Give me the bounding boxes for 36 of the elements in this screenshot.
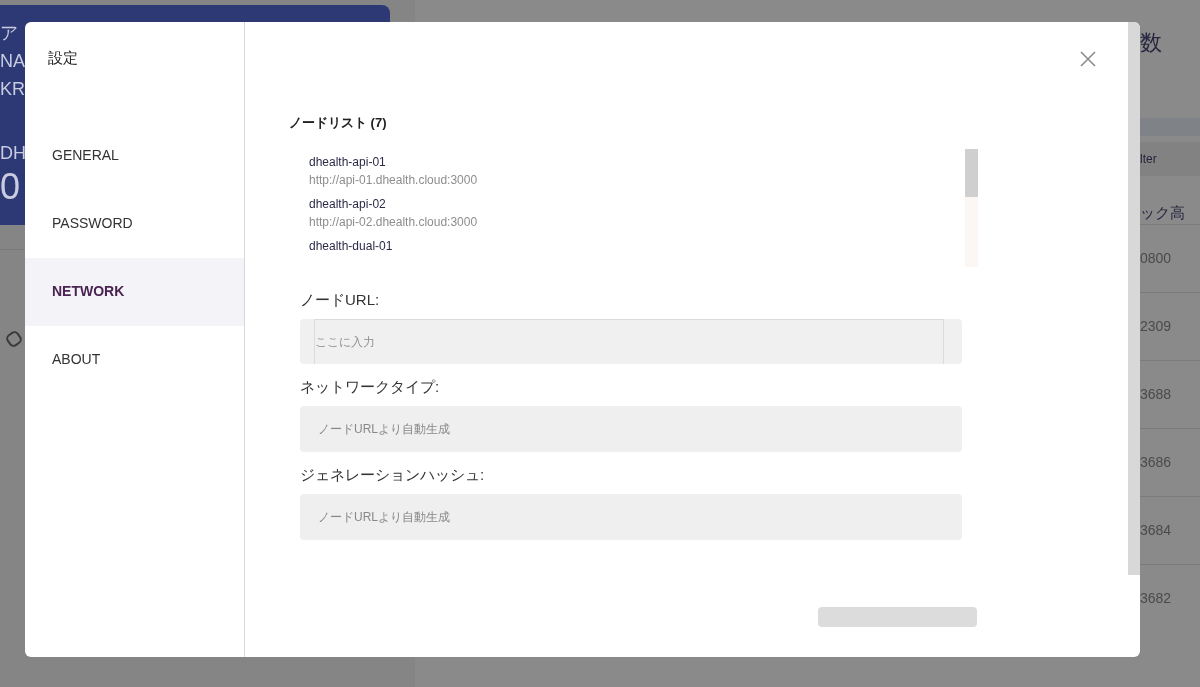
- table-cell-text: 3684: [1140, 521, 1172, 540]
- input-field[interactable]: ここに入力: [300, 318, 962, 364]
- card-text: ア: [0, 22, 18, 45]
- page-title: 数: [1140, 29, 1163, 57]
- table-cell-text: 2309: [1140, 317, 1172, 336]
- input-field[interactable]: ノードURLより自動生成: [300, 405, 962, 452]
- table-cell-text: 3688: [1140, 385, 1172, 404]
- table-cell-text: 0800: [1140, 249, 1172, 268]
- table-cell-text: 3682: [1140, 589, 1172, 608]
- menu-item[interactable]: NETWORK: [25, 257, 244, 326]
- list-title: ノードリスト (7): [289, 114, 388, 132]
- column-header: ック高: [1140, 203, 1186, 223]
- card-label: DH: [0, 142, 26, 165]
- field-label: ノードURL:: [300, 289, 381, 310]
- save-button[interactable]: [818, 606, 977, 627]
- dialog-title: 設定: [48, 48, 79, 68]
- menu-item[interactable]: PASSWORD: [25, 189, 244, 258]
- close-icon[interactable]: [1080, 51, 1096, 67]
- node-url: http://api-02.dhealth.cloud:3000: [309, 213, 479, 231]
- node-url: http://api-01.dhealth.cloud:3000: [309, 171, 479, 189]
- card-text: NA: [0, 50, 25, 73]
- coin-icon: [5, 330, 23, 348]
- field-label: ジェネレーションハッシュ:: [300, 464, 486, 485]
- field-label: ネットワークタイプ:: [300, 376, 441, 397]
- node-name: dhealth-api-01: [309, 153, 387, 171]
- input-field[interactable]: ノードURLより自動生成: [300, 493, 962, 540]
- menu-item[interactable]: GENERAL: [25, 121, 244, 190]
- card-value: 0: [0, 165, 21, 209]
- scrollbar[interactable]: [1128, 22, 1140, 575]
- menu-item[interactable]: ABOUT: [25, 325, 244, 394]
- filter-button[interactable]: lter: [1140, 150, 1157, 168]
- card-text: KR: [0, 78, 25, 101]
- table-cell-text: 3686: [1140, 453, 1172, 472]
- node-name: dhealth-dual-01: [309, 237, 394, 255]
- node-name: dhealth-api-02: [309, 195, 387, 213]
- scrollbar[interactable]: [965, 148, 978, 267]
